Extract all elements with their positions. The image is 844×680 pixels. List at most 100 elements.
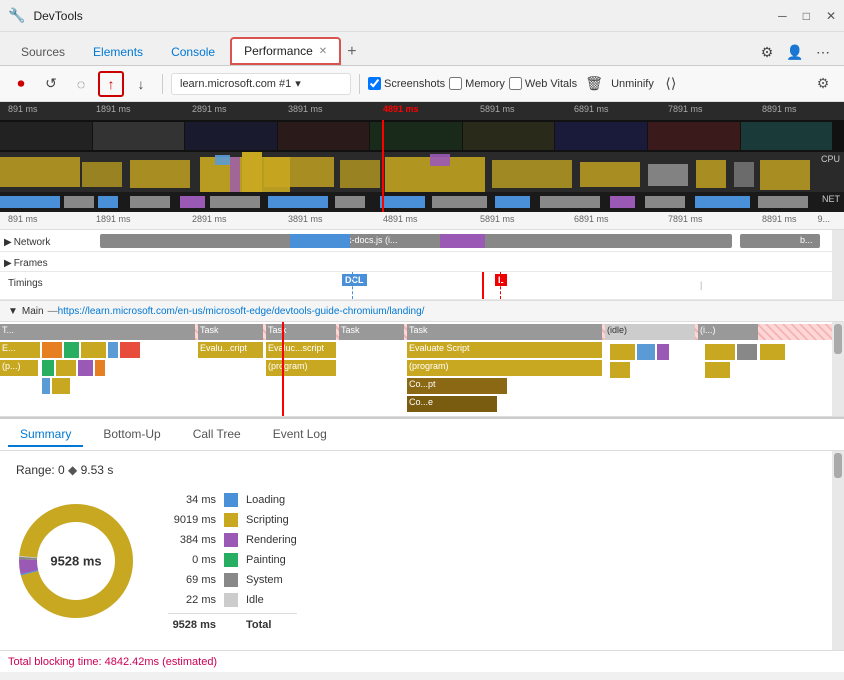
- tab-elements-label: Elements: [93, 45, 143, 59]
- download-button[interactable]: ↓: [128, 71, 154, 97]
- timings-label-text: Timings: [8, 278, 43, 289]
- tab-call-tree[interactable]: Call Tree: [181, 423, 253, 447]
- donut-chart: 9528 ms: [16, 501, 136, 621]
- net-red-line: [382, 192, 384, 212]
- screenshots-checkbox-group: Screenshots: [368, 77, 445, 90]
- title-bar: 🔧 DevTools ─ □ ✕: [0, 0, 844, 32]
- frames-expand-icon[interactable]: ▶: [4, 258, 12, 269]
- time-ruler-top: 891 ms 1891 ms 2891 ms 3891 ms 4891 ms 5…: [0, 102, 844, 120]
- task-block-5: Task: [407, 324, 602, 340]
- tick-891: 891 ms: [8, 104, 38, 114]
- panel-scrollbar-thumb[interactable]: [834, 453, 842, 478]
- flame-scrollbar-thumb[interactable]: [834, 324, 842, 354]
- maximize-button[interactable]: □: [803, 9, 810, 23]
- dcl-line: [352, 272, 353, 299]
- total-spacer: [224, 618, 238, 632]
- legend-rendering: 384 ms Rendering: [168, 533, 297, 547]
- capture-settings-button[interactable]: ⚙: [810, 71, 836, 97]
- network-track-label: ▶ Network: [0, 230, 100, 251]
- summary-layout: 9528 ms 34 ms Loading 9019 ms Scripting: [16, 493, 828, 638]
- tab-sources-label: Sources: [21, 45, 65, 59]
- timings-red-line: [482, 272, 484, 299]
- reload-record-button[interactable]: ↺: [38, 71, 64, 97]
- prog-block: Evaluc...script: [266, 342, 336, 358]
- devtools-more-button[interactable]: ⋯: [810, 39, 836, 65]
- summary-panel: Range: 0 ◆ 9.53 s: [0, 451, 844, 650]
- donut-ms-value: 9528 ms: [50, 554, 101, 569]
- network-expand-icon[interactable]: ▶: [4, 237, 12, 248]
- devtools-settings-button[interactable]: ⚙: [754, 39, 780, 65]
- tick-1891: 1891 ms: [96, 104, 131, 114]
- tab-performance[interactable]: Performance ✕: [230, 37, 341, 65]
- scripting-label: Scripting: [246, 514, 289, 526]
- left-flame: [42, 342, 192, 397]
- title-bar-text: DevTools: [33, 9, 82, 23]
- toolbar: ⏺ ↺ ◌ ↑ ↓ learn.microsoft.com #1 ▾ Scree…: [0, 66, 844, 102]
- main-url: https://learn.microsoft.com/en-us/micros…: [58, 306, 425, 317]
- network-bar-main: [100, 234, 732, 248]
- tick-3891: 3891 ms: [288, 104, 323, 114]
- network-track-row: ▶ Network 0a85bf.index-docs.js (i... b..…: [0, 230, 844, 252]
- network-track-scrollbar: [832, 230, 844, 251]
- unminify-icon[interactable]: ⟨⟩: [658, 71, 684, 97]
- trash-button[interactable]: 🗑: [581, 71, 607, 97]
- compile-block-1: Co...pt: [407, 378, 507, 394]
- minimize-button[interactable]: ─: [778, 9, 787, 23]
- tab-console[interactable]: Console: [158, 37, 228, 65]
- webvitals-label: Web Vitals: [525, 78, 577, 90]
- rendering-label: Rendering: [246, 534, 297, 546]
- upload-button[interactable]: ↑: [98, 71, 124, 97]
- screenshots-checkbox[interactable]: [368, 77, 381, 90]
- memory-checkbox[interactable]: [449, 77, 462, 90]
- tab-event-log-label: Event Log: [273, 427, 327, 441]
- dcl-badge: DCL: [342, 274, 367, 286]
- tab-call-tree-label: Call Tree: [193, 427, 241, 441]
- url-text: learn.microsoft.com #1: [180, 78, 291, 90]
- frames-track-content: [100, 252, 832, 271]
- ev-block-1: E...: [0, 342, 40, 358]
- webvitals-checkbox[interactable]: [509, 77, 522, 90]
- url-dropdown-icon[interactable]: ▾: [295, 77, 301, 90]
- tab-event-log[interactable]: Event Log: [261, 423, 339, 447]
- tab-elements[interactable]: Elements: [80, 37, 156, 65]
- panel-tabs: Summary Bottom-Up Call Tree Event Log: [0, 419, 844, 451]
- tab-bottom-up[interactable]: Bottom-Up: [91, 423, 172, 447]
- idle-color: [224, 593, 238, 607]
- tab-bottom-up-label: Bottom-Up: [103, 427, 160, 441]
- memory-checkbox-group: Memory: [449, 77, 505, 90]
- idle-ms: 22 ms: [168, 594, 216, 606]
- red-marker-line: [382, 120, 384, 152]
- scripting-ms: 9019 ms: [168, 514, 216, 526]
- tick-7891: 7891 ms: [668, 104, 703, 114]
- tab-add-button[interactable]: +: [343, 39, 360, 65]
- unminify-label: Unminify: [611, 78, 654, 90]
- devtools-experiment-button[interactable]: 👤: [782, 39, 808, 65]
- eval-script-block: Evaluate Script: [407, 342, 602, 358]
- legend-system: 69 ms System: [168, 573, 297, 587]
- total-ms: 9528 ms: [168, 619, 216, 631]
- diamond-icon: ◆: [68, 463, 77, 477]
- system-color: [224, 573, 238, 587]
- legend: 34 ms Loading 9019 ms Scripting 384 ms R…: [168, 493, 297, 638]
- legend-loading: 34 ms Loading: [168, 493, 297, 507]
- main-thread-header: ▼ Main — https://learn.microsoft.com/en-…: [0, 300, 844, 322]
- close-button[interactable]: ✕: [826, 9, 836, 23]
- timings-track-row: Timings DCL L |: [0, 272, 844, 300]
- tab-summary[interactable]: Summary: [8, 423, 83, 447]
- record-button[interactable]: ⏺: [8, 71, 34, 97]
- tab-console-label: Console: [171, 45, 215, 59]
- task-block-4: Task: [339, 324, 404, 340]
- range-value: 9.53 s: [81, 463, 114, 477]
- rendering-ms: 384 ms: [168, 534, 216, 546]
- loading-label: Loading: [246, 494, 285, 506]
- main-expand-icon[interactable]: ▼: [8, 306, 18, 317]
- tick-6891: 6891 ms: [574, 104, 609, 114]
- tab-performance-close[interactable]: ✕: [319, 46, 327, 57]
- clear-button[interactable]: ◌: [68, 71, 94, 97]
- range-label: Range: 0: [16, 463, 65, 477]
- range-text: Range: 0 ◆ 9.53 s: [16, 463, 828, 477]
- tab-sources[interactable]: Sources: [8, 37, 78, 65]
- net-chart: [0, 192, 832, 212]
- toolbar-separator-2: [359, 74, 360, 94]
- network-end-label: b...: [800, 235, 813, 245]
